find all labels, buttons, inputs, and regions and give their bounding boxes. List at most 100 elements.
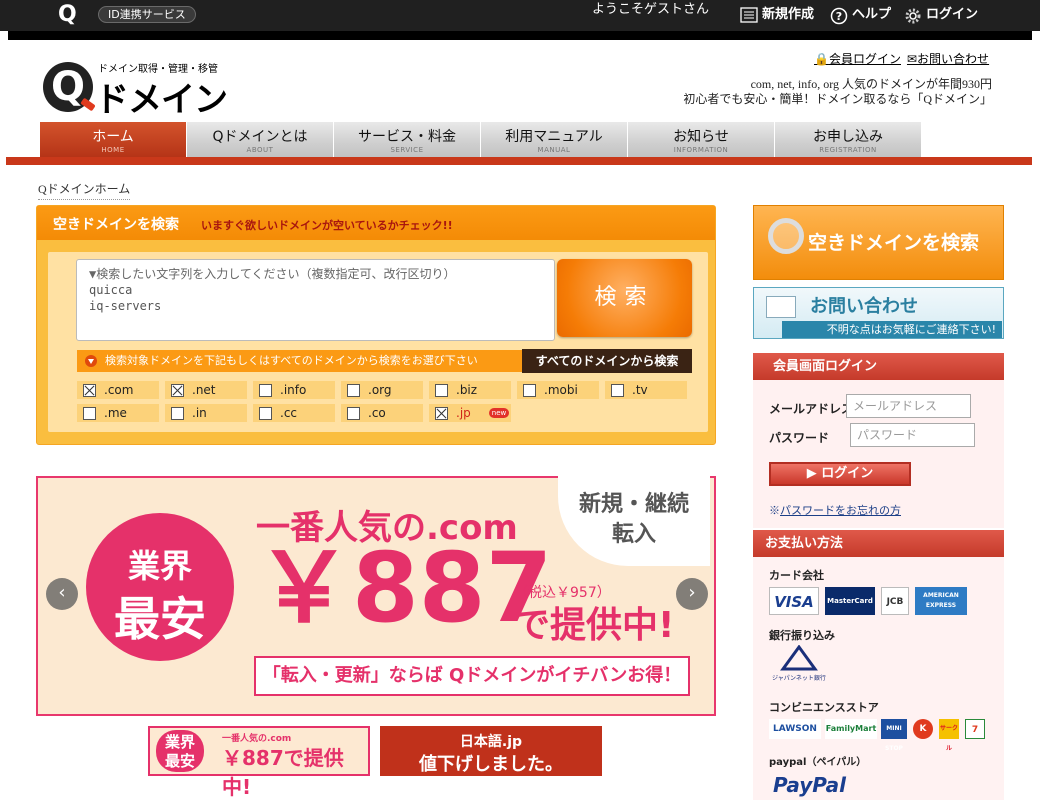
help-link[interactable]: ? ヘルプ xyxy=(830,5,891,25)
tld-checkbox[interactable] xyxy=(435,383,448,397)
mastercard-logo: MasterCard xyxy=(825,587,875,615)
tld-checkbox[interactable] xyxy=(171,406,184,420)
nav-about[interactable]: Qドメインとは ABOUT xyxy=(187,122,333,157)
search-all-button[interactable]: すべてのドメインから検索 xyxy=(522,349,692,373)
banner-next-button[interactable]: › xyxy=(676,578,708,610)
mini-price: ￥887で提供中! xyxy=(222,746,344,799)
contact-link[interactable]: ✉お問い合わせ xyxy=(907,52,989,66)
sidebar-search-banner[interactable]: 空きドメインを検索 xyxy=(753,205,1004,280)
tld-option[interactable]: .cc xyxy=(253,404,335,422)
email-field[interactable]: メールアドレス xyxy=(846,394,971,418)
envelope-icon xyxy=(766,296,796,318)
login-button[interactable]: ▶ ログイン xyxy=(769,462,911,486)
password-label: パスワード xyxy=(769,431,830,445)
nav-band xyxy=(6,157,1032,165)
familymart-logo: FamilyMart xyxy=(825,719,877,739)
main-nav: ホーム HOME Qドメインとは ABOUT サービス・料金 SERVICE 利用マニ… xyxy=(40,122,922,157)
tld-label: .me xyxy=(104,406,127,420)
tld-option[interactable]: .jp new xyxy=(429,404,511,422)
tld-label: .in xyxy=(192,406,207,420)
tld-option[interactable]: .org xyxy=(341,381,423,399)
nav-registration[interactable]: お申し込み REGISTRATION xyxy=(775,122,921,157)
tld-checkbox[interactable] xyxy=(523,383,536,397)
tld-checkbox[interactable] xyxy=(259,383,272,397)
welcome-text: ようこそゲストさん xyxy=(592,2,710,17)
new-account-link[interactable]: 新規作成 xyxy=(740,5,814,25)
forgot-password-link[interactable]: ※パスワードをお忘れの方 xyxy=(769,502,901,518)
search-button[interactable]: 検索 xyxy=(557,259,692,337)
tld-checkbox[interactable] xyxy=(259,406,272,420)
banner-price: ￥887 xyxy=(256,532,553,644)
nav-service[interactable]: サービス・料金 SERVICE xyxy=(334,122,480,157)
search-instruction: 検索対象ドメインを下記もしくはすべてのドメインから検索をお選び下さい xyxy=(77,350,522,372)
brand-logo-mark[interactable]: Q xyxy=(43,62,93,112)
tld-checkbox[interactable] xyxy=(83,383,96,397)
tld-option[interactable]: .tv xyxy=(605,381,687,399)
circle-k-logo: K xyxy=(913,719,933,739)
password-field[interactable]: パスワード xyxy=(850,423,975,447)
mini-lowest-badge: 業界 最安 xyxy=(156,730,204,772)
bank-logo: ジャパンネット銀行 xyxy=(769,644,829,683)
header-tagline-2: 初心者でも安心・簡単！ドメイン取るなら「Qドメイン」 xyxy=(683,92,992,106)
contact-subtitle: 不明な点はお気軽にご連絡下さい! xyxy=(782,321,1002,338)
banner-footer: 「転入・更新」ならば Qドメインがイチバンお得！ xyxy=(254,656,690,696)
domain-search-box: 空きドメインを検索 いますぐ欲しいドメインが空いているかチェック!! ▼検索した… xyxy=(36,205,716,445)
banner-offer: で提供中! xyxy=(514,605,675,646)
top-bar: Q ID連携サービス ようこそゲストさん 新規作成 ? ヘルプ ログイン xyxy=(0,0,1040,40)
banner-bubble: 新規・継続 転入 xyxy=(558,476,710,566)
tld-option[interactable]: .net xyxy=(165,381,247,399)
promo-banner[interactable]: 業界 最安 一番人気の.com ￥887 （税込￥957） で提供中! 新規・継続… xyxy=(36,476,716,716)
nav-home[interactable]: ホーム HOME xyxy=(40,122,186,157)
email-label: メールアドレス xyxy=(769,402,854,416)
new-badge: new xyxy=(488,408,510,418)
list-icon xyxy=(740,7,758,23)
login-link[interactable]: ログイン xyxy=(904,5,978,25)
mini-banner-com[interactable]: 業界 最安 一番人気の.com ￥887で提供中! xyxy=(148,726,370,799)
svg-text:?: ? xyxy=(836,10,842,23)
breadcrumb[interactable]: Qドメインホーム xyxy=(38,180,131,200)
tld-option[interactable]: .me xyxy=(77,404,159,422)
bank-title: 銀行振り込み xyxy=(769,629,835,642)
banner-prev-button[interactable]: ‹ xyxy=(46,578,78,610)
tld-checkbox[interactable] xyxy=(435,406,448,420)
tld-option[interactable]: .info xyxy=(253,381,335,399)
brand-name[interactable]: ドメイン xyxy=(95,72,228,121)
contact-title: お問い合わせ xyxy=(810,296,918,317)
tld-checkbox[interactable] xyxy=(171,383,184,397)
nav-information[interactable]: お知らせ INFORMATION xyxy=(628,122,774,157)
help-icon: ? xyxy=(830,7,848,25)
tld-label: .com xyxy=(104,383,134,397)
search-placeholder: ▼検索したい文字列を入力してください（複数指定可、改行区切り） xyxy=(89,267,456,281)
q-logo[interactable]: Q xyxy=(58,4,80,26)
tld-label: .co xyxy=(368,406,386,420)
paypal-title: paypal（ペイパル） xyxy=(769,757,867,768)
tld-checkbox[interactable] xyxy=(347,406,360,420)
nav-manual[interactable]: 利用マニュアル MANUAL xyxy=(481,122,627,157)
tld-option[interactable]: .mobi xyxy=(517,381,599,399)
sidebar-contact-banner[interactable]: お問い合わせ 不明な点はお気軽にご連絡下さい! xyxy=(753,287,1004,339)
mini-banner-jp[interactable]: 日本語.jp 値下げしました。 xyxy=(380,726,602,776)
amex-logo: AMERICAN EXPRESS xyxy=(915,587,967,615)
paypal-logo: PayPal xyxy=(773,773,847,797)
tld-label: .net xyxy=(192,383,216,397)
tld-option[interactable]: .biz xyxy=(429,381,511,399)
search-input[interactable]: ▼検索したい文字列を入力してください（複数指定可、改行区切り） quicca i… xyxy=(76,259,555,341)
tld-checkbox[interactable] xyxy=(83,406,96,420)
member-login-link[interactable]: 🔒会員ログイン xyxy=(814,52,901,66)
search-title: 空きドメインを検索 xyxy=(53,217,179,233)
tld-option[interactable]: .co xyxy=(341,404,423,422)
tld-checkbox[interactable] xyxy=(611,383,624,397)
cvs-title: コンビニエンスストア xyxy=(769,701,879,714)
payment-header: お支払い方法 xyxy=(753,530,1004,557)
tld-label: .cc xyxy=(280,406,298,420)
tld-option[interactable]: .in xyxy=(165,404,247,422)
bank-icon xyxy=(780,644,818,671)
ministop-logo: MINI STOP xyxy=(881,719,907,752)
search-header: 空きドメインを検索 いますぐ欲しいドメインが空いているかチェック!! xyxy=(37,206,715,240)
tld-label: .mobi xyxy=(544,383,578,397)
tld-option[interactable]: .com xyxy=(77,381,159,399)
tld-checkbox[interactable] xyxy=(347,383,360,397)
payment-panel: カード会社 VISA MasterCard JCB AMERICAN EXPRE… xyxy=(753,557,1004,800)
id-service-link[interactable]: ID連携サービス xyxy=(98,6,196,23)
visa-logo: VISA xyxy=(769,587,819,615)
